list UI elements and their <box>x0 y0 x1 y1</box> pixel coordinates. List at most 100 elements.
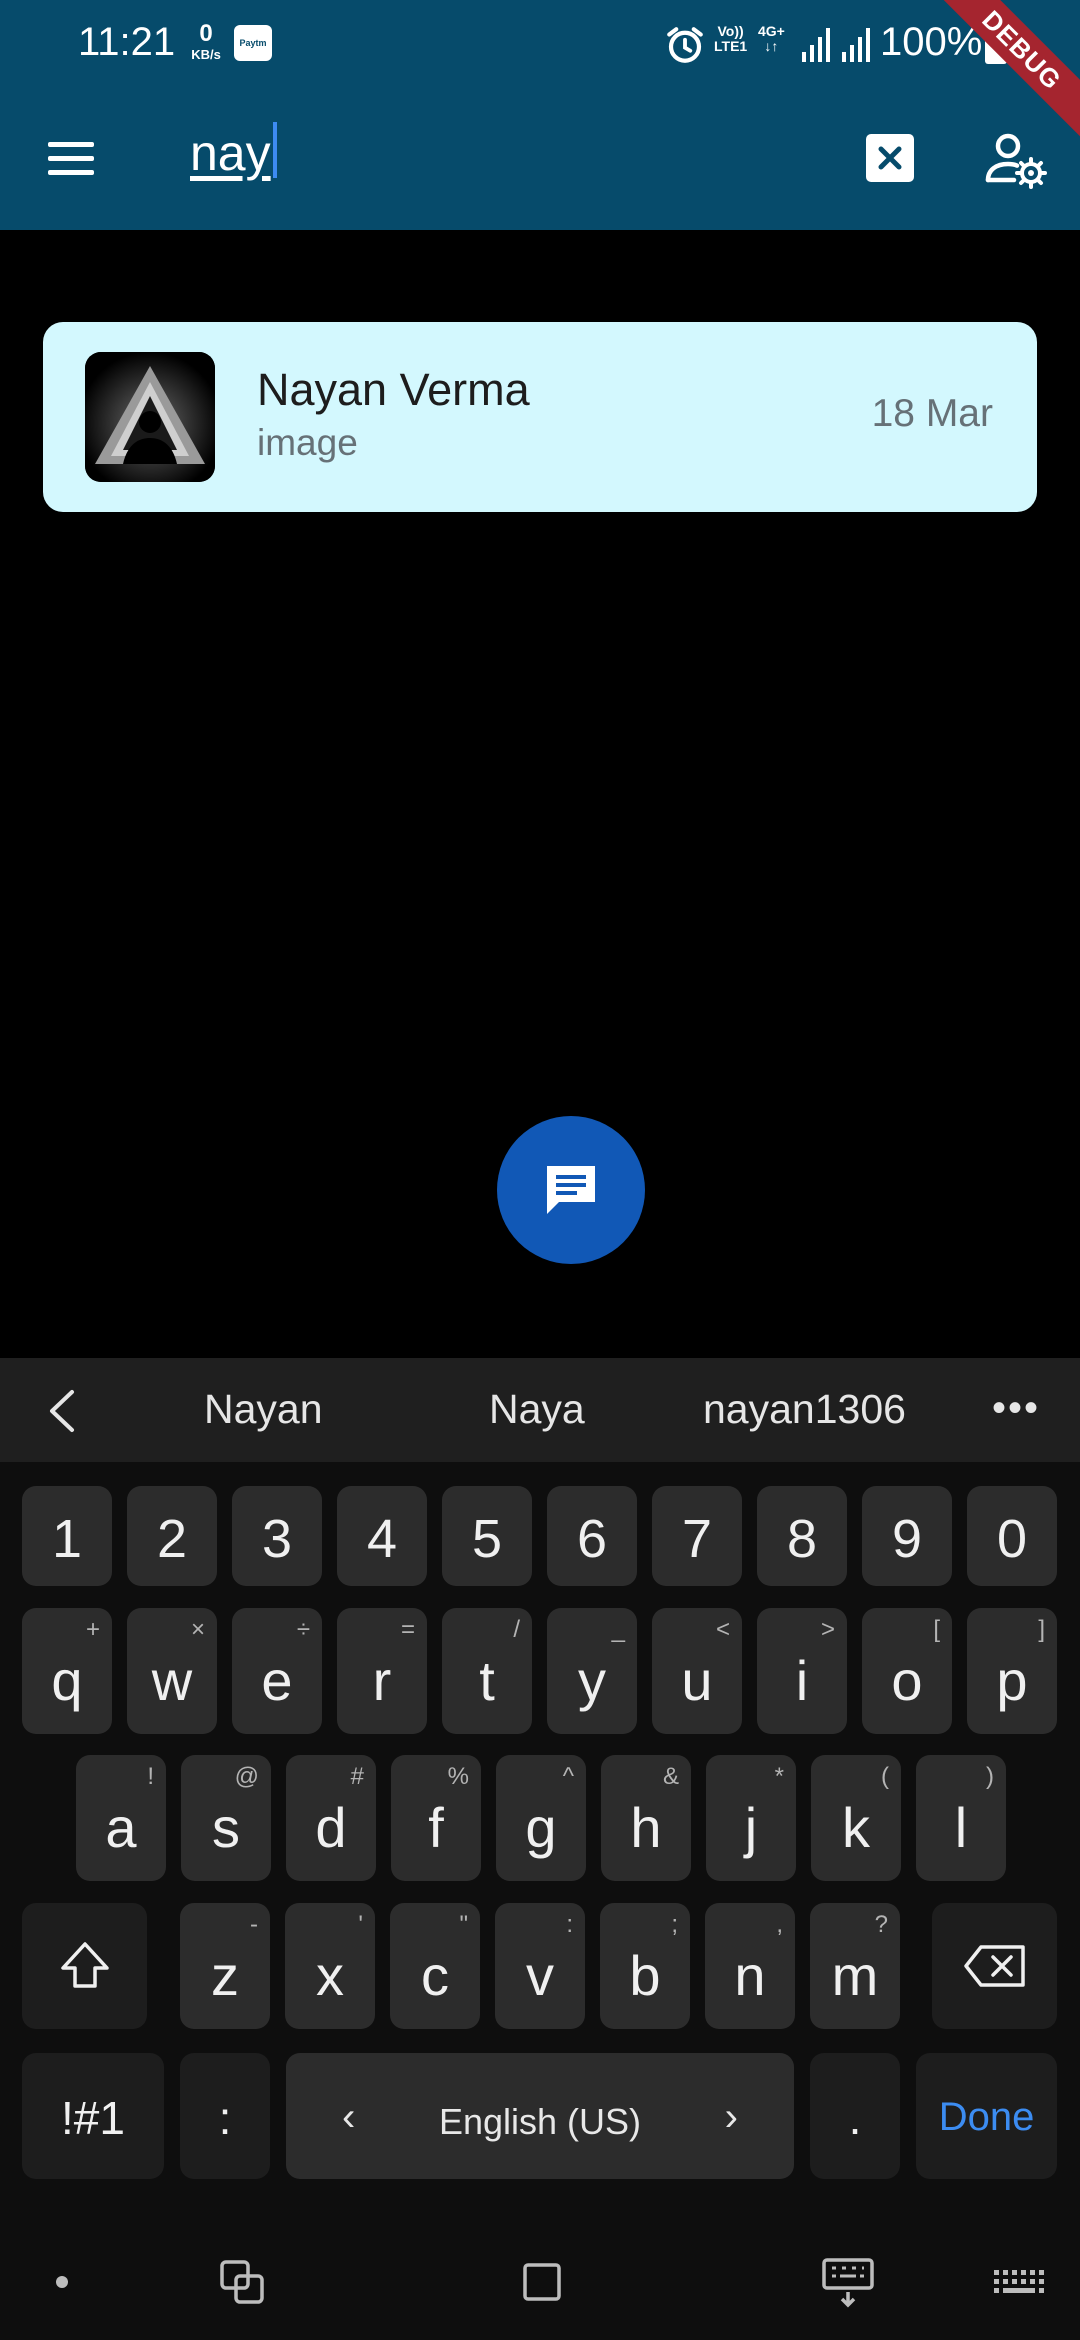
letter-key-alt-label: < <box>715 1616 730 1643</box>
chat-list-item[interactable]: Nayan Verma image 18 Mar <box>43 322 1037 512</box>
close-icon <box>878 146 902 170</box>
space-key[interactable]: ‹ English (US) › <box>286 2053 794 2179</box>
backspace-key[interactable] <box>932 1903 1057 2029</box>
letter-key-label: w <box>151 1649 193 1712</box>
user-settings-icon[interactable] <box>984 126 1048 190</box>
number-key[interactable]: 1 <box>22 1486 112 1586</box>
colon-key[interactable]: : <box>180 2053 270 2179</box>
letter-key[interactable]: l) <box>916 1755 1006 1881</box>
period-key-label: . <box>848 2092 862 2144</box>
letter-key[interactable]: t / <box>442 1608 532 1734</box>
space-key-label: English (US) <box>438 2101 642 2142</box>
letter-key-alt-label: % <box>447 1763 469 1790</box>
letter-key-alt-label: + <box>85 1616 100 1643</box>
menu-icon-bar <box>48 156 94 161</box>
letter-key-alt-label: ( <box>881 1763 889 1790</box>
new-chat-button[interactable] <box>497 1116 645 1264</box>
letter-key-label: p <box>996 1649 1028 1712</box>
letter-key[interactable]: b; <box>600 1903 690 2029</box>
number-key[interactable]: 0 <box>967 1486 1057 1586</box>
letter-key[interactable]: g ^ <box>496 1755 586 1881</box>
number-key[interactable]: 5 <box>442 1486 532 1586</box>
more-options-icon[interactable]: ••• <box>992 1388 1040 1428</box>
done-key[interactable]: Done <box>916 2053 1057 2179</box>
menu-icon-bar <box>48 142 94 147</box>
letter-key-label: d <box>315 1796 347 1859</box>
paytm-icon: Paytm <box>234 25 272 61</box>
letter-key[interactable]: i > <box>757 1608 847 1734</box>
number-key-label: 6 <box>576 1509 608 1569</box>
letter-key[interactable]: m? <box>810 1903 900 2029</box>
number-key[interactable]: 9 <box>862 1486 952 1586</box>
letter-key-label: b <box>629 1944 661 2007</box>
letter-key[interactable]: q + <box>22 1608 112 1734</box>
letter-key-label: r <box>372 1649 392 1712</box>
symbols-key[interactable]: !#1 <box>22 2053 164 2179</box>
number-key[interactable]: 2 <box>127 1486 217 1586</box>
letter-key[interactable]: y _ <box>547 1608 637 1734</box>
letter-key[interactable]: c " <box>390 1903 480 2029</box>
period-key[interactable]: . <box>810 2053 900 2179</box>
letter-key-alt-label: ; <box>671 1911 678 1938</box>
letter-key[interactable]: f% <box>391 1755 481 1881</box>
letter-key[interactable]: o[ <box>862 1608 952 1734</box>
letter-key-alt-label: ) <box>986 1763 994 1790</box>
chevron-left-icon[interactable] <box>42 1388 82 1434</box>
letter-key[interactable]: s @ <box>181 1755 271 1881</box>
letter-key-label: v <box>526 1944 554 2007</box>
suggestion-item[interactable]: nayan1306 <box>703 1386 906 1433</box>
letter-key-label: s <box>212 1796 240 1859</box>
letter-key-alt-label: - <box>250 1911 258 1938</box>
letter-key-label: j <box>744 1796 758 1859</box>
data-rate-unit: KB/s <box>191 47 221 62</box>
letter-key[interactable]: e ÷ <box>232 1608 322 1734</box>
number-key[interactable]: 4 <box>337 1486 427 1586</box>
language-next-icon: › <box>724 2095 738 2139</box>
number-key[interactable]: 6 <box>547 1486 637 1586</box>
network-gen-label: 4G+ <box>758 23 785 39</box>
letter-key-label: y <box>578 1649 606 1712</box>
number-key[interactable]: 3 <box>232 1486 322 1586</box>
keyboard-grid-icon[interactable] <box>988 2252 1048 2312</box>
network-line2: LTE1 <box>714 38 748 55</box>
letter-key-alt-label: × <box>190 1616 205 1643</box>
search-input[interactable]: nay <box>190 122 277 186</box>
letter-key[interactable]: k( <box>811 1755 901 1881</box>
shift-key[interactable] <box>22 1903 147 2029</box>
letter-key-alt-label: ^ <box>562 1763 574 1790</box>
letter-key[interactable]: r = <box>337 1608 427 1734</box>
number-key-label: 1 <box>51 1509 83 1569</box>
menu-button[interactable] <box>40 130 110 180</box>
dot-icon[interactable] <box>32 2252 92 2312</box>
letter-key-label: f <box>428 1796 444 1859</box>
letter-key-label: c <box>421 1944 449 2007</box>
suggestion-item[interactable]: Naya <box>489 1386 585 1433</box>
number-key[interactable]: 8 <box>757 1486 847 1586</box>
letter-key-alt-label: = <box>400 1616 415 1643</box>
home-icon[interactable] <box>512 2252 572 2312</box>
letter-key[interactable]: z- <box>180 1903 270 2029</box>
number-key[interactable]: 7 <box>652 1486 742 1586</box>
keyboard-hide-icon[interactable] <box>818 2252 878 2312</box>
letter-key[interactable]: j * <box>706 1755 796 1881</box>
recent-apps-icon[interactable] <box>212 2252 272 2312</box>
signal-icon <box>802 28 870 62</box>
letter-key[interactable]: h & <box>601 1755 691 1881</box>
letter-key[interactable]: n, <box>705 1903 795 2029</box>
clear-search-button[interactable] <box>866 134 914 182</box>
letter-key[interactable]: v: <box>495 1903 585 2029</box>
letter-key-label: n <box>734 1944 766 2007</box>
letter-key-alt-label: > <box>820 1616 835 1643</box>
letter-key-label: h <box>630 1796 662 1859</box>
letter-key[interactable]: x ' <box>285 1903 375 2029</box>
letter-key[interactable]: w × <box>127 1608 217 1734</box>
data-rate-value: 0 <box>199 20 213 47</box>
letter-key[interactable]: p] <box>967 1608 1057 1734</box>
letter-key[interactable]: a! <box>76 1755 166 1881</box>
letter-key-label: k <box>842 1796 870 1859</box>
letter-key[interactable]: u < <box>652 1608 742 1734</box>
letter-key[interactable]: d # <box>286 1755 376 1881</box>
suggestion-item[interactable]: Nayan <box>204 1386 323 1433</box>
status-time: 11:21 <box>78 20 176 64</box>
network-volte: Vo)) LTE1 <box>714 23 748 55</box>
